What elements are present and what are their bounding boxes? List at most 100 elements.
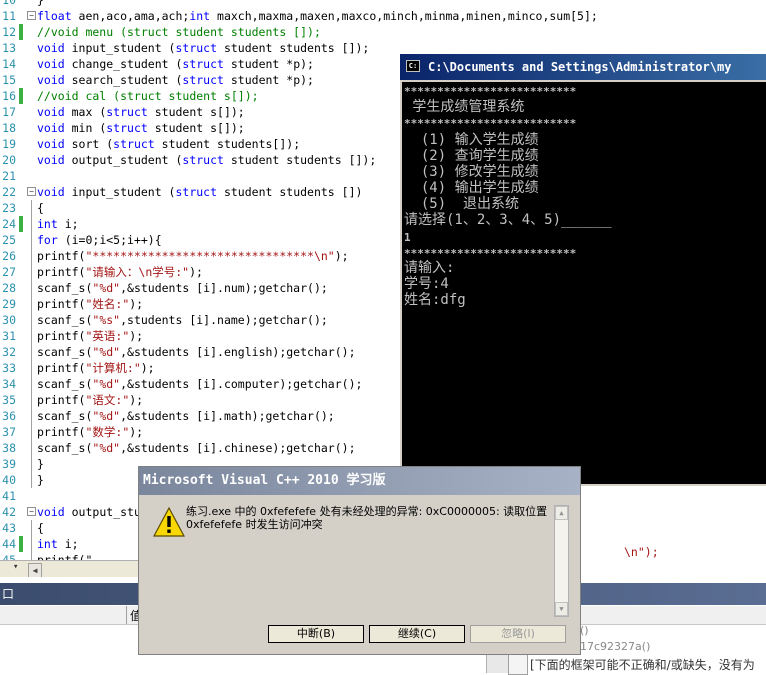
collapse-icon[interactable]: − (27, 507, 36, 516)
code-token: float (37, 9, 72, 23)
console-output[interactable]: ************************** 学生成绩管理系统 *****… (402, 82, 766, 484)
line-number: 21 (2, 169, 16, 183)
code-token: struct (113, 137, 155, 151)
code-token: int (37, 537, 58, 551)
code-text: //void menu (struct student students [])… (37, 24, 321, 40)
fold-guide (31, 296, 32, 312)
code-text: void change_student (struct student *p); (37, 56, 314, 72)
fold-guide (31, 264, 32, 280)
code-token: void (37, 137, 65, 151)
call-stack-line-2[interactable]: 17c92327a() (580, 640, 650, 653)
exception-dialog[interactable]: Microsoft Visual C++ 2010 学习版 练习.exe 中的 … (138, 466, 581, 655)
code-token: struct (106, 105, 148, 119)
code-token: "姓名:" (85, 297, 130, 311)
code-token: "%s" (92, 313, 121, 327)
dialog-message-scrollbar[interactable]: ▲ ▼ (554, 505, 569, 617)
continue-button[interactable]: 继续(C) (369, 625, 465, 643)
code-token: //void menu (struct student students [])… (37, 25, 321, 39)
line-number: 41 (2, 489, 16, 503)
line-number: 44 (2, 537, 16, 551)
code-text: scanf_s("%d",&students [i].num);getchar(… (37, 280, 328, 296)
console-line: (3) 修改学生成绩 (404, 164, 539, 180)
code-text: printf("数学:"); (37, 424, 143, 440)
console-line: 请选择(1、2、3、4、5)______ (404, 212, 612, 228)
code-token: scanf_s( (37, 377, 93, 391)
code-token: struct (182, 73, 224, 87)
code-text: scanf_s("%d",&students [i].chinese);getc… (37, 440, 356, 456)
code-token: change_student ( (64, 57, 183, 71)
panel-frame-box (508, 654, 528, 675)
code-token: printf(" (37, 553, 93, 560)
code-text: void output_student (struct student stud… (37, 152, 376, 168)
collapse-icon[interactable]: − (27, 11, 36, 20)
line-number: 12 (2, 25, 16, 39)
code-text: printf("********************************… (37, 248, 349, 264)
change-marker (19, 88, 23, 104)
console-line: 姓名:dfg (404, 292, 466, 308)
scroll-up-icon[interactable]: ▲ (555, 506, 568, 520)
line-number: 25 (2, 233, 16, 247)
console-line: (4) 输出学生成绩 (404, 180, 539, 196)
break-button[interactable]: 中断(B) (268, 625, 364, 643)
code-line[interactable]: 10} (0, 0, 766, 8)
console-app-icon: C: (406, 60, 420, 72)
call-stack-line-1[interactable]: () (580, 624, 589, 637)
code-text: void input_student (struct student stude… (37, 184, 362, 200)
code-text: } (37, 472, 44, 488)
code-token: maxch,maxma,maxen,maxco,minch,minma,mine… (210, 9, 598, 23)
code-token: { (37, 521, 44, 535)
console-window[interactable]: C: C:\Documents and Settings\Administrat… (400, 54, 766, 486)
code-text: printf("语文:"); (37, 392, 143, 408)
code-token: "%d" (92, 281, 121, 295)
line-number: 32 (2, 345, 16, 359)
code-token: ,&students [i].english);getchar(); (120, 345, 356, 359)
code-token: scanf_s( (37, 281, 93, 295)
code-token: output_stu (64, 505, 141, 519)
scroll-down-icon[interactable]: ▼ (555, 602, 568, 616)
console-line: 1 (404, 231, 411, 244)
line-number: 40 (2, 473, 16, 487)
scroll-left-icon[interactable]: ◀ (28, 563, 42, 578)
code-token: ); (189, 265, 203, 279)
code-line[interactable]: 11 − float aen,aco,ama,ach;int maxch,maxma… (0, 8, 766, 24)
fold-guide (31, 232, 32, 248)
code-token: aen,aco,ama,ach; (71, 9, 190, 23)
console-title-bar[interactable]: C: C:\Documents and Settings\Administrat… (400, 54, 766, 80)
fold-guide (31, 520, 32, 536)
code-token: scanf_s( (37, 441, 93, 455)
warning-icon (153, 507, 185, 537)
code-token: printf( (37, 329, 86, 343)
fold-guide (31, 312, 32, 328)
line-number: 38 (2, 441, 16, 455)
code-token: void (37, 505, 65, 519)
code-text: printf("请输入：\n学号:"); (37, 264, 203, 280)
column-splitter[interactable] (126, 606, 127, 624)
line-number: 29 (2, 297, 16, 311)
line-number: 37 (2, 425, 16, 439)
code-line[interactable]: 12 //void menu (struct student students [… (0, 24, 766, 40)
code-token: i; (57, 217, 79, 231)
code-token: struct (106, 121, 148, 135)
code-text: for (i=0;i<5;i++){ (37, 232, 162, 248)
collapse-icon[interactable]: − (27, 187, 36, 196)
zoom-dropdown-arrow-icon[interactable]: ▾ (13, 562, 18, 572)
code-token: student students []) (217, 185, 363, 199)
line-number: 15 (2, 73, 16, 87)
code-token: i; (57, 537, 79, 551)
code-token: (i=0;i<5;i++){ (57, 233, 162, 247)
code-token: struct (175, 41, 218, 55)
code-token: "%d" (92, 441, 121, 455)
code-text: printf(" (37, 552, 92, 560)
code-token: ,&students [i].math);getchar(); (120, 409, 335, 423)
dialog-title-bar[interactable]: Microsoft Visual C++ 2010 学习版 (139, 467, 580, 495)
dialog-message: 练习.exe 中的 0xfefefefe 处有未经处理的异常: 0xC00000… (186, 505, 548, 531)
line-number: 17 (2, 105, 16, 119)
code-token: "请输入：\n学号:" (85, 265, 190, 279)
ignore-button[interactable]: 忽略(I) (470, 625, 566, 643)
code-text: void min (struct student s[]); (37, 120, 245, 136)
call-stack-line-3[interactable]: [下面的框架可能不正确和/或缺失，没有为 (530, 656, 755, 673)
code-text: printf("计算机:"); (37, 360, 155, 376)
console-line: ************************** (404, 117, 577, 130)
code-token: ); (129, 425, 144, 439)
code-token: input_student ( (64, 185, 176, 199)
